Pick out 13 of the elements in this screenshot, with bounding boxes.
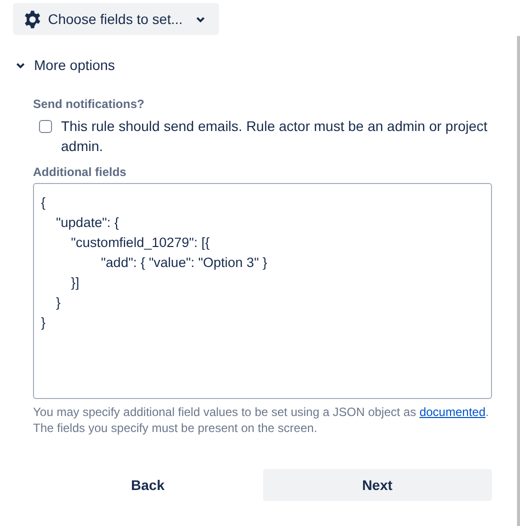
documented-link[interactable]: documented	[419, 405, 486, 419]
scrollbar[interactable]	[517, 36, 520, 526]
checkbox[interactable]	[39, 120, 52, 133]
help-text: You may specify additional field values to be set using a JSON object as documented. The fields you specify must be present on the screen.	[33, 404, 490, 436]
fields-dropdown[interactable]: Choose fields to set...	[13, 3, 219, 35]
next-button[interactable]: Next	[262, 469, 492, 501]
json-input-field[interactable]: { "update": { "customfield_10279": [{ "add": { "value": "Option 3" } }] } }	[33, 183, 492, 399]
settings-icon	[23, 10, 42, 28]
back-button[interactable]: Back	[33, 469, 262, 501]
field-label: Additional fields	[33, 165, 128, 179]
checkbox-label: This rule should send emails. Rule actor must be an admin or project admin.	[61, 117, 488, 156]
field-label: Send notifications?	[33, 97, 146, 111]
more-options-toggle[interactable]: More options	[13, 57, 115, 73]
